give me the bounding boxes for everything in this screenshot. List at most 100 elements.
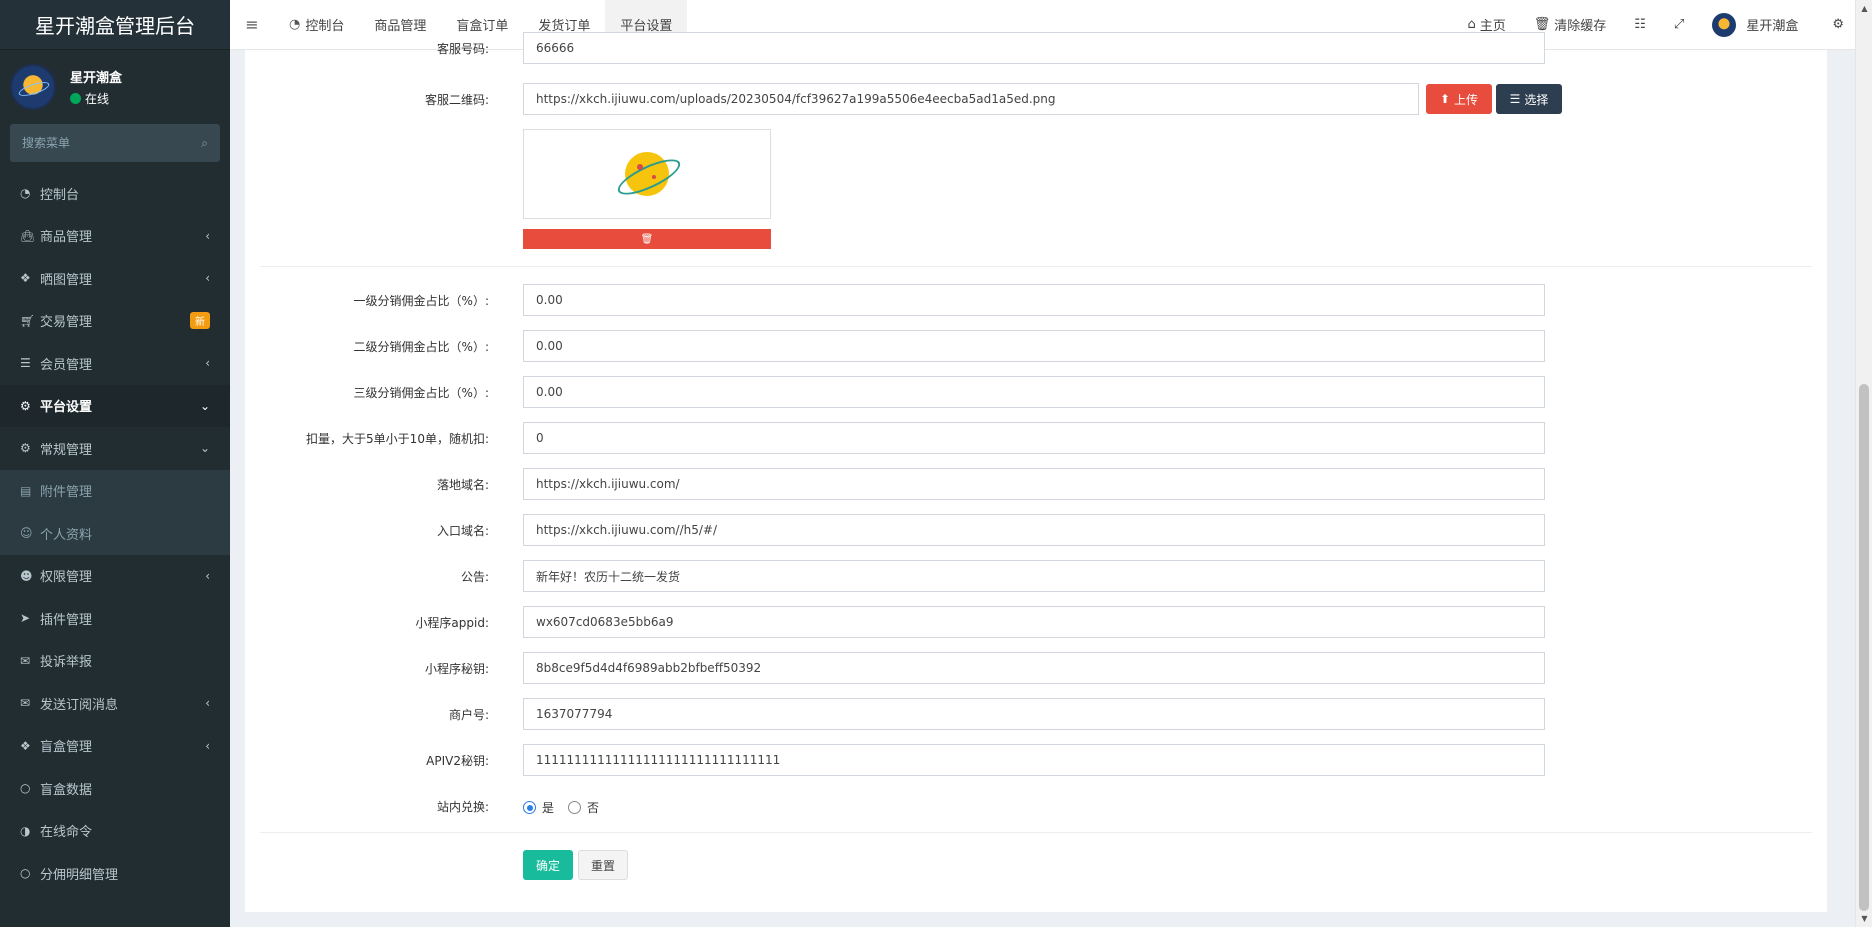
reset-button[interactable]: 重置 (578, 850, 628, 880)
qrcode-preview (523, 129, 771, 219)
scroll-down-icon[interactable]: ▼ (1856, 910, 1872, 927)
dashboard-icon: ◔ (289, 17, 301, 32)
user-status-label: 在线 (85, 92, 110, 106)
field-label: 客服二维码: (424, 92, 489, 107)
scroll-up-icon[interactable]: ▲ (1856, 0, 1872, 17)
sidebar-item-plugins[interactable]: ➤ 插件管理 (0, 597, 230, 640)
divider (260, 266, 1812, 267)
envelope-icon: ✉ (20, 696, 31, 711)
qrcode-url-input[interactable]: https://xkch.ijiuwu.com/uploads/20230504… (523, 83, 1419, 115)
sidebar-item-subscribe-messages[interactable]: ✉ 发送订阅消息 ‹ (0, 682, 230, 725)
form-row-commission-l1: 一级分销佣金占比（%）: 0.00 (245, 284, 1805, 316)
sidebar-item-permissions[interactable]: ☻ 权限管理 ‹ (0, 555, 230, 598)
settings-form-panel: 客服号码: 66666 客服二维码: https://xkch.ijiuwu.c… (245, 32, 1827, 912)
app-secret-input[interactable]: 8b8ce9f5d4d4f6989abb2bfbeff50392 (523, 652, 1545, 684)
user-status: 在线 (70, 90, 122, 107)
commission-l2-input[interactable]: 0.00 (523, 330, 1545, 362)
form-row-notice: 公告: 新年好！农历十二统一发货 (245, 560, 1805, 592)
field-label: 小程序appid: (415, 615, 489, 630)
trash-icon: 🗑︎ (640, 233, 654, 245)
upload-icon: ⬆ (1439, 92, 1451, 106)
sidebar-item-blindbox-data[interactable]: ○ 盲盒数据 (0, 767, 230, 810)
exchange-yes-radio[interactable] (523, 801, 536, 814)
sidebar-item-profile[interactable]: ☺ 个人资料 (0, 512, 230, 555)
form-row-merchant-id: 商户号: 1637077794 (245, 698, 1805, 730)
form-row-service-phone: 客服号码: 66666 (245, 32, 1805, 64)
field-label: 公告: (460, 569, 489, 584)
form-row-appid: 小程序appid: wx607cd0683e5bb6a9 (245, 606, 1805, 638)
field-label: 扣量，大于5单小于10单，随机扣: (306, 431, 489, 446)
apiv2-secret-input[interactable]: 11111111111111111111111111111111 (523, 744, 1545, 776)
sidebar-item-showcase[interactable]: ❖ 晒图管理 ‹ (0, 257, 230, 300)
search-icon[interactable]: ⌕ (201, 136, 208, 151)
field-label: 二级分销佣金占比（%）: (353, 339, 489, 354)
chevron-left-icon: ‹ (205, 738, 210, 753)
avatar (10, 64, 56, 110)
sidebar-item-complaints[interactable]: ✉ 投诉举报 (0, 640, 230, 683)
form-row-entry-domain: 入口域名: https://xkch.ijiuwu.com//h5/#/ (245, 514, 1805, 546)
sidebar-item-products[interactable]: 👜︎ 商品管理 ‹ (0, 215, 230, 258)
sidebar-item-online-command[interactable]: ◑ 在线命令 (0, 810, 230, 853)
sidebar-item-blindbox[interactable]: ❖ 盲盒管理 ‹ (0, 725, 230, 768)
chevron-down-icon: ⌄ (199, 398, 210, 413)
circle-icon: ○ (20, 781, 31, 796)
sidebar-item-trade[interactable]: 🛒︎ 交易管理 新 (0, 300, 230, 343)
main-content: 客服号码: 66666 客服二维码: https://xkch.ijiuwu.c… (230, 32, 1842, 927)
commission-l3-input[interactable]: 0.00 (523, 376, 1545, 408)
deduction-input[interactable]: 0 (523, 422, 1545, 454)
select-button[interactable]: ☰ 选择 (1496, 84, 1562, 114)
upload-button[interactable]: ⬆ 上传 (1426, 84, 1492, 114)
field-label: 客服号码: (436, 41, 489, 56)
chevron-down-icon: ⌄ (199, 441, 210, 456)
merchant-id-input[interactable]: 1637077794 (523, 698, 1545, 730)
dropbox-icon: ❖ (20, 271, 31, 286)
page-scrollbar[interactable]: ▲ ▼ (1855, 0, 1872, 927)
field-label: 落地域名: (436, 477, 489, 492)
notice-input[interactable]: 新年好！农历十二统一发货 (523, 560, 1545, 592)
adjust-icon: ◑ (20, 823, 31, 838)
app-title[interactable]: 星开潮盒管理后台 (0, 0, 230, 50)
planet-logo-image (625, 152, 669, 196)
sidebar-item-platform-settings[interactable]: ⚙ 平台设置 ⌄ (0, 384, 230, 427)
cogs-icon: ⚙ (20, 398, 31, 413)
sidebar-item-members[interactable]: ☰ 会员管理 ‹ (0, 342, 230, 385)
fullscreen-icon[interactable]: ⤢ (1660, 17, 1698, 32)
home-icon: ⌂ (1467, 17, 1476, 32)
form-row-deduction: 扣量，大于5单小于10单，随机扣: 0 (245, 422, 1805, 454)
field-label: 一级分销佣金占比（%）: (353, 293, 489, 308)
language-icon[interactable]: ☷ (1620, 17, 1660, 32)
sidebar-item-attachments[interactable]: ▤ 附件管理 (0, 469, 230, 512)
file-image-icon: ▤ (20, 483, 32, 498)
sidebar-item-dashboard[interactable]: ◔ 控制台 (0, 172, 230, 215)
list-icon: ☰ (1509, 92, 1521, 106)
divider (260, 832, 1812, 833)
dashboard-icon: ◔ (20, 186, 31, 201)
field-label: 入口域名: (436, 523, 489, 538)
user-name: 星开潮盒 (70, 71, 123, 86)
menu-search-input[interactable] (22, 136, 182, 150)
form-row-commission-l3: 三级分销佣金占比（%）: 0.00 (245, 376, 1805, 408)
menu-search: ⌕ (10, 124, 220, 162)
delete-image-button[interactable]: 🗑︎ (523, 229, 771, 249)
user-icon: ☺ (20, 526, 33, 541)
appid-input[interactable]: wx607cd0683e5bb6a9 (523, 606, 1545, 638)
exchange-no-radio[interactable] (568, 801, 582, 814)
scroll-thumb[interactable] (1859, 384, 1869, 911)
radio-label: 否 (587, 801, 600, 815)
new-badge: 新 (190, 312, 210, 330)
submit-button[interactable]: 确定 (523, 850, 573, 880)
sidebar-item-general[interactable]: ⚙ 常规管理 ⌄ (0, 427, 230, 470)
entry-domain-input[interactable]: https://xkch.ijiuwu.com//h5/#/ (523, 514, 1545, 546)
commission-l1-input[interactable]: 0.00 (523, 284, 1545, 316)
form-row-apiv2-secret: APIV2秘钥: 1111111111111111111111111111111… (245, 744, 1805, 776)
service-phone-input[interactable]: 66666 (523, 32, 1545, 64)
shopping-bag-icon: 👜︎ (20, 228, 36, 243)
sidebar-item-commission-details[interactable]: ○ 分佣明细管理 (0, 852, 230, 895)
field-label: APIV2秘钥: (426, 753, 489, 768)
cogs-icon: ⚙ (20, 441, 31, 456)
form-row-commission-l2: 二级分销佣金占比（%）: 0.00 (245, 330, 1805, 362)
list-icon: ☰ (20, 356, 31, 371)
chevron-left-icon: ‹ (205, 228, 210, 243)
landing-domain-input[interactable]: https://xkch.ijiuwu.com/ (523, 468, 1545, 500)
user-panel: 星开潮盒 在线 (0, 50, 230, 124)
